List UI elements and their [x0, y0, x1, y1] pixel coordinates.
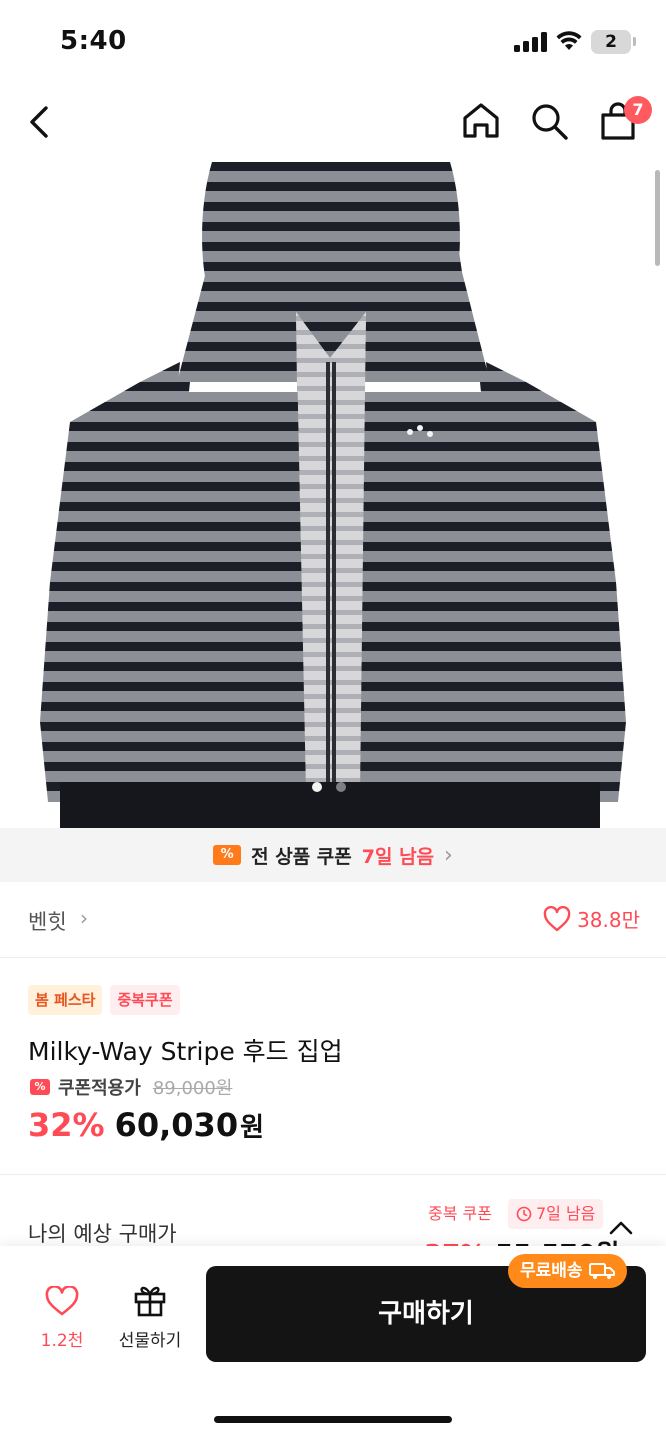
coupon-ticket-icon: %	[30, 1079, 50, 1095]
carousel-dot-active[interactable]	[312, 782, 322, 792]
wishlist-count: 1.2천	[40, 1331, 84, 1351]
price-unit: 원	[240, 1113, 264, 1143]
chevron-right-icon: ›	[80, 906, 88, 930]
section-divider	[0, 1174, 666, 1175]
home-indicator	[214, 1416, 452, 1423]
battery-tip	[633, 37, 636, 46]
wifi-icon	[556, 31, 582, 50]
bottom-action-bar: 1.2천 선물하기 구매하기 무료배송	[0, 1246, 666, 1440]
wishlist-button[interactable]: 1.2천	[34, 1285, 90, 1351]
sale-price: 60,030	[114, 1106, 239, 1144]
brand-name-link[interactable]: 벤힛	[28, 906, 67, 936]
coupon-banner[interactable]: % 전 상품 쿠폰 7일 남음 ›	[0, 828, 666, 882]
battery-indicator: 2	[591, 30, 631, 54]
heart-outline-icon	[45, 1285, 79, 1316]
cart-count-badge: 7	[624, 96, 652, 124]
carousel-pagination	[312, 782, 346, 792]
promo-tags: 봄 페스타 중복쿠폰	[28, 985, 180, 1015]
coupon-icon: %	[213, 845, 242, 865]
expected-price-tags: 중복 쿠폰 7일 남음	[420, 1199, 604, 1229]
brand-like-button[interactable]: 38.8만	[543, 904, 640, 933]
chevron-right-icon: ›	[444, 842, 453, 868]
product-title: Milky-Way Stripe 후드 집업	[28, 1037, 343, 1066]
days-left-tag: 7일 남음	[507, 1199, 604, 1229]
free-shipping-badge: 무료배송	[508, 1254, 627, 1288]
tag-spring-festa: 봄 페스타	[28, 985, 103, 1015]
search-icon[interactable]	[528, 100, 570, 142]
product-image-carousel[interactable]	[0, 162, 666, 828]
heart-outline-icon	[543, 905, 571, 931]
days-left-text: 7일 남음	[535, 1204, 596, 1223]
gift-button[interactable]: 선물하기	[112, 1282, 188, 1351]
expected-price-label: 나의 예상 구매가	[28, 1222, 177, 1246]
coupon-banner-text: 전 상품 쿠폰	[251, 845, 352, 868]
top-nav: 7	[0, 88, 666, 158]
free-shipping-label: 무료배송	[520, 1261, 583, 1281]
signal-icon	[514, 32, 547, 52]
delivery-truck-icon	[588, 1263, 615, 1279]
status-time: 5:40	[60, 26, 127, 56]
carousel-dot[interactable]	[336, 782, 346, 792]
coupon-applied-label: 쿠폰적용가	[58, 1078, 141, 1099]
tag-duplicate-coupon: 중복쿠폰	[110, 985, 180, 1015]
coupon-days-left: 7일 남음	[361, 845, 435, 868]
brand-like-count: 38.8만	[577, 908, 640, 932]
back-arrow-icon[interactable]	[24, 102, 58, 142]
price-row: 32% 60,030 원	[28, 1106, 264, 1144]
gift-icon	[134, 1286, 166, 1317]
gift-label: 선물하기	[118, 1331, 182, 1351]
original-price: 89,000원	[152, 1078, 233, 1099]
brand-row: 벤힛 › 38.8만	[0, 882, 666, 958]
duplicate-coupon-tag: 중복 쿠폰	[428, 1204, 492, 1223]
discount-rate: 32%	[28, 1106, 105, 1144]
home-icon[interactable]	[460, 100, 502, 142]
product-image	[40, 162, 626, 828]
page-scrollbar[interactable]	[655, 170, 660, 266]
coupon-price-row: % 쿠폰적용가 89,000원	[30, 1074, 232, 1100]
clock-icon	[516, 1206, 532, 1222]
status-bar: 5:40 2	[0, 0, 666, 84]
